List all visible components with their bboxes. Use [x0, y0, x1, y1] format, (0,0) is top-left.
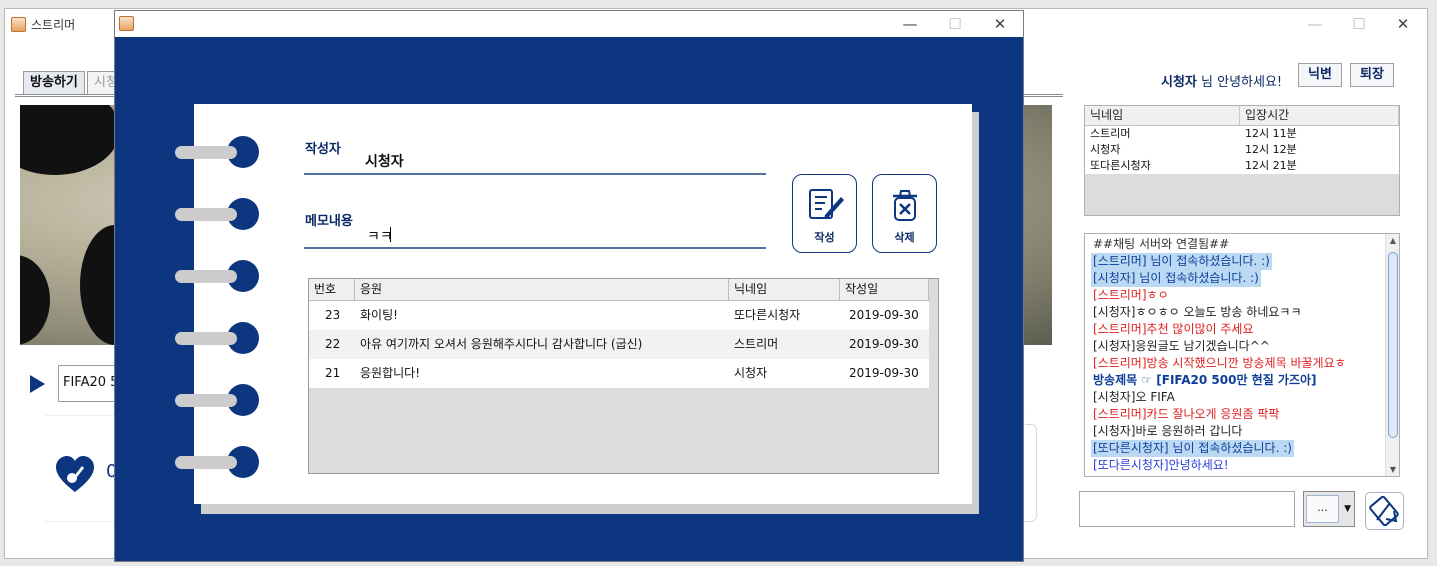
user-nick: 시청자: [1090, 143, 1121, 156]
spiral-ring: [175, 260, 259, 292]
greeting-text: 님 안녕하세요!: [1201, 75, 1283, 90]
close-icon[interactable]: ✕: [986, 13, 1014, 35]
cell-message: 응원합니다!: [360, 366, 421, 380]
emoji-select[interactable]: ... ▼: [1303, 491, 1355, 527]
user-time: 12시 11분: [1245, 127, 1297, 140]
column-header-message[interactable]: 응원: [355, 279, 729, 301]
table-row[interactable]: 시청자 12시 12분: [1085, 142, 1399, 158]
table-row[interactable]: 23 화이팅! 또다른시청자 2019-09-30: [309, 301, 929, 330]
scroll-up-icon[interactable]: ▲: [1388, 236, 1398, 245]
main-window-title: 스트리머: [31, 18, 76, 32]
scroll-down-icon[interactable]: ▼: [1388, 465, 1398, 474]
user-nick: 스트리머: [1090, 127, 1131, 140]
author-underline: [304, 173, 766, 175]
tab-broadcast[interactable]: 방송하기: [23, 71, 85, 94]
play-icon[interactable]: [30, 375, 45, 393]
send-button[interactable]: [1365, 492, 1404, 530]
chat-message: [스트리머]방송 시작했으니깐 방송제목 바꿀게요ㅎ: [1093, 356, 1346, 370]
chat-message: [또다른시청자]안녕하세요!: [1093, 458, 1229, 472]
emoji-select-value: ...: [1306, 495, 1339, 523]
cell-nick: 스트리머: [734, 337, 779, 351]
author-label: 작성자: [305, 142, 341, 157]
chat-message: [또다른시청자] 님이 접속하셨습니다. :): [1091, 440, 1294, 457]
column-header-date[interactable]: 작성일: [840, 279, 929, 301]
java-app-icon: [119, 16, 134, 31]
cell-nick: 시청자: [734, 366, 768, 380]
table-row[interactable]: 22 아유 여기까지 오셔서 응원해주시다니 감사합니다 (굽신) 스트리머 2…: [309, 330, 929, 359]
chat-message: [스트리머]추천 많이많이 주세요: [1093, 322, 1254, 336]
trash-icon: [893, 190, 917, 221]
write-button[interactable]: 작성: [792, 174, 857, 253]
chat-message: [스트리머]ㅎㅇ: [1093, 288, 1169, 302]
send-icon: [1369, 495, 1399, 527]
user-list-header-nick[interactable]: 닉네임: [1085, 106, 1240, 125]
greeting-name: 시청자: [1161, 75, 1197, 90]
memo-table[interactable]: 번호 응원 닉네임 작성일 23 화이팅! 또다른시청자 2019-09-30 …: [308, 278, 939, 474]
cell-message: 화이팅!: [360, 308, 398, 322]
memo-content-input[interactable]: ㅋㅋ: [367, 226, 393, 246]
cell-num: 21: [325, 366, 341, 380]
minimize-icon[interactable]: —: [896, 13, 924, 35]
chat-input[interactable]: [1079, 491, 1295, 527]
like-heart-icon[interactable]: [55, 455, 95, 495]
write-button-label: 작성: [814, 231, 835, 244]
chat-log[interactable]: ##채팅 서버와 연결됨## [스트리머] 님이 접속하셨습니다. :) [시청…: [1084, 233, 1400, 477]
chat-scrollbar[interactable]: ▲ ▼: [1385, 234, 1399, 476]
close-icon[interactable]: ✕: [1389, 13, 1417, 35]
spiral-ring: [175, 136, 259, 168]
user-list-header-time[interactable]: 입장시간: [1240, 106, 1399, 125]
table-row[interactable]: 21 응원합니다! 시청자 2019-09-30: [309, 359, 929, 388]
memo-titlebar: — ☐ ✕: [115, 11, 1023, 37]
cell-message: 아유 여기까지 오셔서 응원해주시다니 감사합니다 (굽신): [360, 337, 643, 351]
chat-message: [스트리머]카드 잘나오게 응원좀 팍팍: [1093, 407, 1280, 421]
cell-date: 2019-09-30: [849, 337, 919, 351]
write-icon: [809, 189, 844, 219]
chat-message: 방송제목 ☞ [FIFA20 500만 현질 가즈아]: [1093, 373, 1317, 387]
chat-message: [시청자] 님이 접속하셨습니다. :): [1091, 270, 1261, 287]
content-underline: [304, 247, 766, 249]
spiral-ring: [175, 384, 259, 416]
exit-button[interactable]: 퇴장: [1350, 63, 1394, 87]
nickname-button[interactable]: 닉변: [1298, 63, 1342, 87]
content-label: 메모내용: [305, 214, 353, 229]
cell-num: 22: [325, 337, 341, 351]
memo-window: — ☐ ✕ 작성자 시청자 메모내용 ㅋㅋ 작성 삭제 번호 응원 닉네임 작성…: [114, 10, 1024, 562]
author-field: 시청자: [365, 154, 404, 170]
user-time: 12시 12분: [1245, 143, 1297, 156]
cell-num: 23: [325, 308, 341, 322]
panel-border: [1025, 424, 1037, 522]
user-time: 12시 21분: [1245, 159, 1297, 172]
cell-nick: 또다른시청자: [734, 308, 801, 322]
chat-message: [시청자]응원글도 남기겠습니다^^: [1093, 339, 1270, 353]
scroll-thumb[interactable]: [1388, 252, 1398, 438]
text-caret: [390, 227, 391, 242]
chat-message: ##채팅 서버와 연결됨##: [1093, 237, 1230, 251]
table-row[interactable]: 또다른시청자 12시 21분: [1085, 158, 1399, 174]
user-nick: 또다른시청자: [1090, 159, 1151, 172]
column-header-nick[interactable]: 닉네임: [729, 279, 840, 301]
maximize-icon[interactable]: ☐: [941, 13, 969, 35]
chat-message: [시청자]ㅎㅇㅎㅇ 오늘도 방송 하네요ㅋㅋ: [1093, 305, 1302, 319]
maximize-icon[interactable]: ☐: [1345, 13, 1373, 35]
chat-message: [시청자]오 FIFA: [1093, 390, 1175, 404]
delete-button[interactable]: 삭제: [872, 174, 937, 253]
chat-message: [스트리머] 님이 접속하셨습니다. :): [1091, 253, 1272, 270]
delete-button-label: 삭제: [894, 231, 915, 244]
spiral-ring: [175, 446, 259, 478]
user-list-table: 닉네임 입장시간 스트리머 12시 11분 시청자 12시 12분 또다른시청자…: [1084, 105, 1400, 216]
greeting: 시청자 님 안녕하세요!: [1161, 71, 1282, 90]
chat-message: [시청자]바로 응원하러 갑니다: [1093, 424, 1243, 438]
chevron-down-icon: ▼: [1344, 504, 1351, 514]
cell-date: 2019-09-30: [849, 308, 919, 322]
java-app-icon: [11, 17, 26, 32]
spiral-ring: [175, 322, 259, 354]
cell-date: 2019-09-30: [849, 366, 919, 380]
spiral-ring: [175, 198, 259, 230]
column-header-num[interactable]: 번호: [309, 279, 355, 301]
minimize-icon[interactable]: —: [1301, 13, 1329, 35]
table-row[interactable]: 스트리머 12시 11분: [1085, 126, 1399, 142]
